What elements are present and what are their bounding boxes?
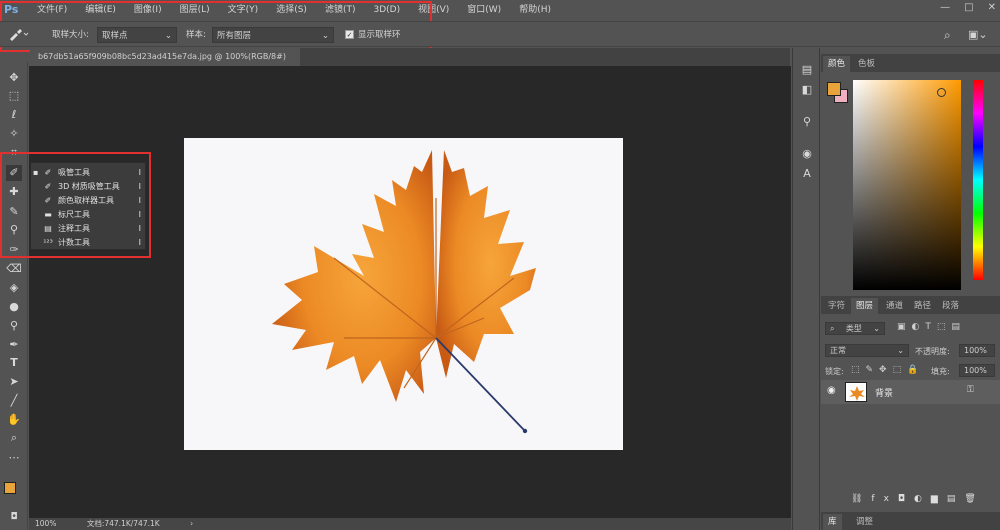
options-bar: 取样大小: 取样点 ⌄ 样本: 所有图层 ⌄ ✓ 显示取样环 ⌕ ▣⌄: [0, 21, 1000, 47]
close-window-button[interactable]: ✕: [988, 2, 996, 13]
layer-filter-select[interactable]: ⌕ 类型 ⌄: [825, 322, 885, 335]
path-selection-tool-icon[interactable]: ➤: [6, 374, 22, 390]
menu-window[interactable]: 窗口(W): [458, 0, 510, 20]
tab-paragraph[interactable]: 段落: [937, 298, 964, 314]
eye-visibility-icon[interactable]: ◉: [827, 385, 836, 396]
quick-mask-icon[interactable]: ◘: [6, 509, 22, 525]
hand-tool-icon[interactable]: ✋: [6, 412, 22, 428]
document-canvas[interactable]: [184, 138, 623, 450]
chevron-down-icon: ⌄: [897, 346, 904, 355]
layer-filter-label: 类型: [845, 324, 862, 333]
opacity-label: 不透明度:: [915, 347, 950, 356]
pen-tool-icon[interactable]: ✒: [6, 337, 22, 353]
document-tab-title: b67db51a65f909b08bc5d23ad415e7da.jpg @ 1…: [38, 52, 286, 61]
minimize-button[interactable]: —: [940, 2, 950, 13]
blend-mode-value: 正常: [830, 346, 846, 355]
opacity-input[interactable]: 100%: [959, 344, 995, 357]
more-tools-icon[interactable]: ⋯: [6, 450, 22, 466]
marquee-tool-icon[interactable]: ⬚: [6, 88, 22, 104]
history-panel-icon[interactable]: ▤: [799, 62, 815, 78]
fill-label: 填充:: [931, 367, 950, 376]
sample-value: 所有图层: [217, 31, 252, 41]
zoom-level[interactable]: 100%: [35, 519, 56, 528]
tab-paths[interactable]: 路径: [909, 298, 936, 314]
status-arrow-icon[interactable]: ›: [190, 519, 193, 528]
paint-bucket-tool-icon[interactable]: ◈: [6, 280, 22, 296]
highlight-box-flyout: [0, 152, 151, 258]
right-panel: 颜色 色板 字符 图层 通道 路径 段落 ⌕ 类型 ⌄ ▣◐T⬚▤ 正常 ⌄ 不透明度…: [821, 48, 1000, 530]
show-ring-label: 显示取样环: [358, 30, 401, 40]
foreground-color-chip[interactable]: [827, 82, 841, 96]
sample-size-select[interactable]: 取样点 ⌄: [97, 27, 177, 43]
character-panel-icon[interactable]: A: [799, 166, 815, 182]
line-tool-icon[interactable]: ╱: [6, 393, 22, 409]
tab-adjustments[interactable]: 调整: [851, 514, 878, 530]
tools-panel: ✥ ⬚ ℓ ✧ ⌗ ✐ ✚ ✎ ⚲ ✑ ⌫ ◈ ● ⚲ ✒ T ➤ ╱ ✋ ⌕ …: [0, 62, 28, 530]
document-tab[interactable]: b67db51a65f909b08bc5d23ad415e7da.jpg @ 1…: [30, 48, 300, 79]
lock-icons[interactable]: ⬚✎✥⬚🔒: [851, 365, 924, 375]
sample-size-label: 取样大小:: [52, 30, 89, 40]
window-controls: — □ ✕: [940, 2, 996, 13]
tab-swatches[interactable]: 色板: [853, 56, 880, 72]
type-tool-icon[interactable]: T: [6, 355, 22, 371]
layer-filter-icons[interactable]: ▣◐T⬚▤: [897, 322, 966, 332]
layer-name: 背景: [875, 389, 894, 399]
blend-mode-select[interactable]: 正常 ⌄: [825, 344, 909, 357]
workspace-icon[interactable]: ▣⌄: [968, 27, 988, 43]
opacity-value: 100%: [964, 346, 987, 355]
eyedropper-preset-icon[interactable]: [8, 27, 38, 43]
properties-panel-icon[interactable]: ◧: [799, 82, 815, 98]
search-icon: ⌕: [830, 324, 835, 333]
tab-color[interactable]: 颜色: [823, 56, 851, 72]
bottom-tabbar: [821, 512, 1000, 530]
tab-channels[interactable]: 通道: [881, 298, 908, 314]
lock-label: 锁定:: [825, 367, 844, 376]
stamp-panel-icon[interactable]: ⚲: [799, 114, 815, 130]
tab-layers[interactable]: 图层: [851, 298, 879, 314]
lock-icon: ⚿: [967, 385, 974, 395]
chevron-down-icon: ⌄: [164, 31, 172, 41]
layer-action-icons[interactable]: ⛓fx◘◐▆▤🗑: [851, 494, 985, 504]
sample-select[interactable]: 所有图层 ⌄: [212, 27, 334, 43]
blur-tool-icon[interactable]: ●: [6, 299, 22, 315]
fill-input[interactable]: 100%: [959, 364, 995, 377]
move-tool-icon[interactable]: ✥: [6, 70, 22, 86]
lasso-tool-icon[interactable]: ℓ: [6, 107, 22, 123]
magic-wand-tool-icon[interactable]: ✧: [6, 126, 22, 142]
checkbox-checked-icon: ✓: [345, 30, 354, 39]
chevron-down-icon: ⌄: [321, 31, 329, 41]
maple-leaf-image: [272, 150, 536, 434]
show-ring-checkbox[interactable]: ✓ 显示取样环: [345, 27, 401, 43]
chevron-down-icon: ⌄: [873, 324, 880, 333]
foreground-color-swatch[interactable]: [4, 482, 16, 494]
maple-leaf-thumbnail: [849, 386, 865, 401]
tab-character[interactable]: 字符: [823, 298, 850, 314]
dodge-tool-icon[interactable]: ⚲: [6, 318, 22, 334]
sample-label: 样本:: [186, 30, 206, 40]
fill-value: 100%: [964, 366, 987, 375]
tab-libraries[interactable]: 库: [823, 514, 842, 530]
hue-slider[interactable]: [973, 80, 983, 280]
brush-presets-icon[interactable]: ◉: [799, 146, 815, 162]
menu-help[interactable]: 帮助(H): [510, 0, 560, 20]
color-picker-cursor: [937, 88, 946, 97]
eraser-tool-icon[interactable]: ⌫: [6, 261, 22, 277]
layer-row-background[interactable]: ◉ 背景 ⚿: [821, 380, 1000, 404]
search-icon[interactable]: ⌕: [944, 27, 951, 43]
panel-dock-strip: ▤ ◧ ⚲ ◉ A: [792, 48, 820, 530]
status-bar: 100% 文档:747.1K/747.1K ›: [29, 518, 791, 530]
color-picker-field[interactable]: [853, 80, 961, 290]
zoom-tool-icon[interactable]: ⌕: [6, 430, 22, 446]
layer-thumbnail: [845, 382, 867, 402]
sample-size-value: 取样点: [102, 31, 128, 41]
maximize-button[interactable]: □: [964, 2, 973, 13]
document-info: 文档:747.1K/747.1K: [86, 519, 160, 528]
